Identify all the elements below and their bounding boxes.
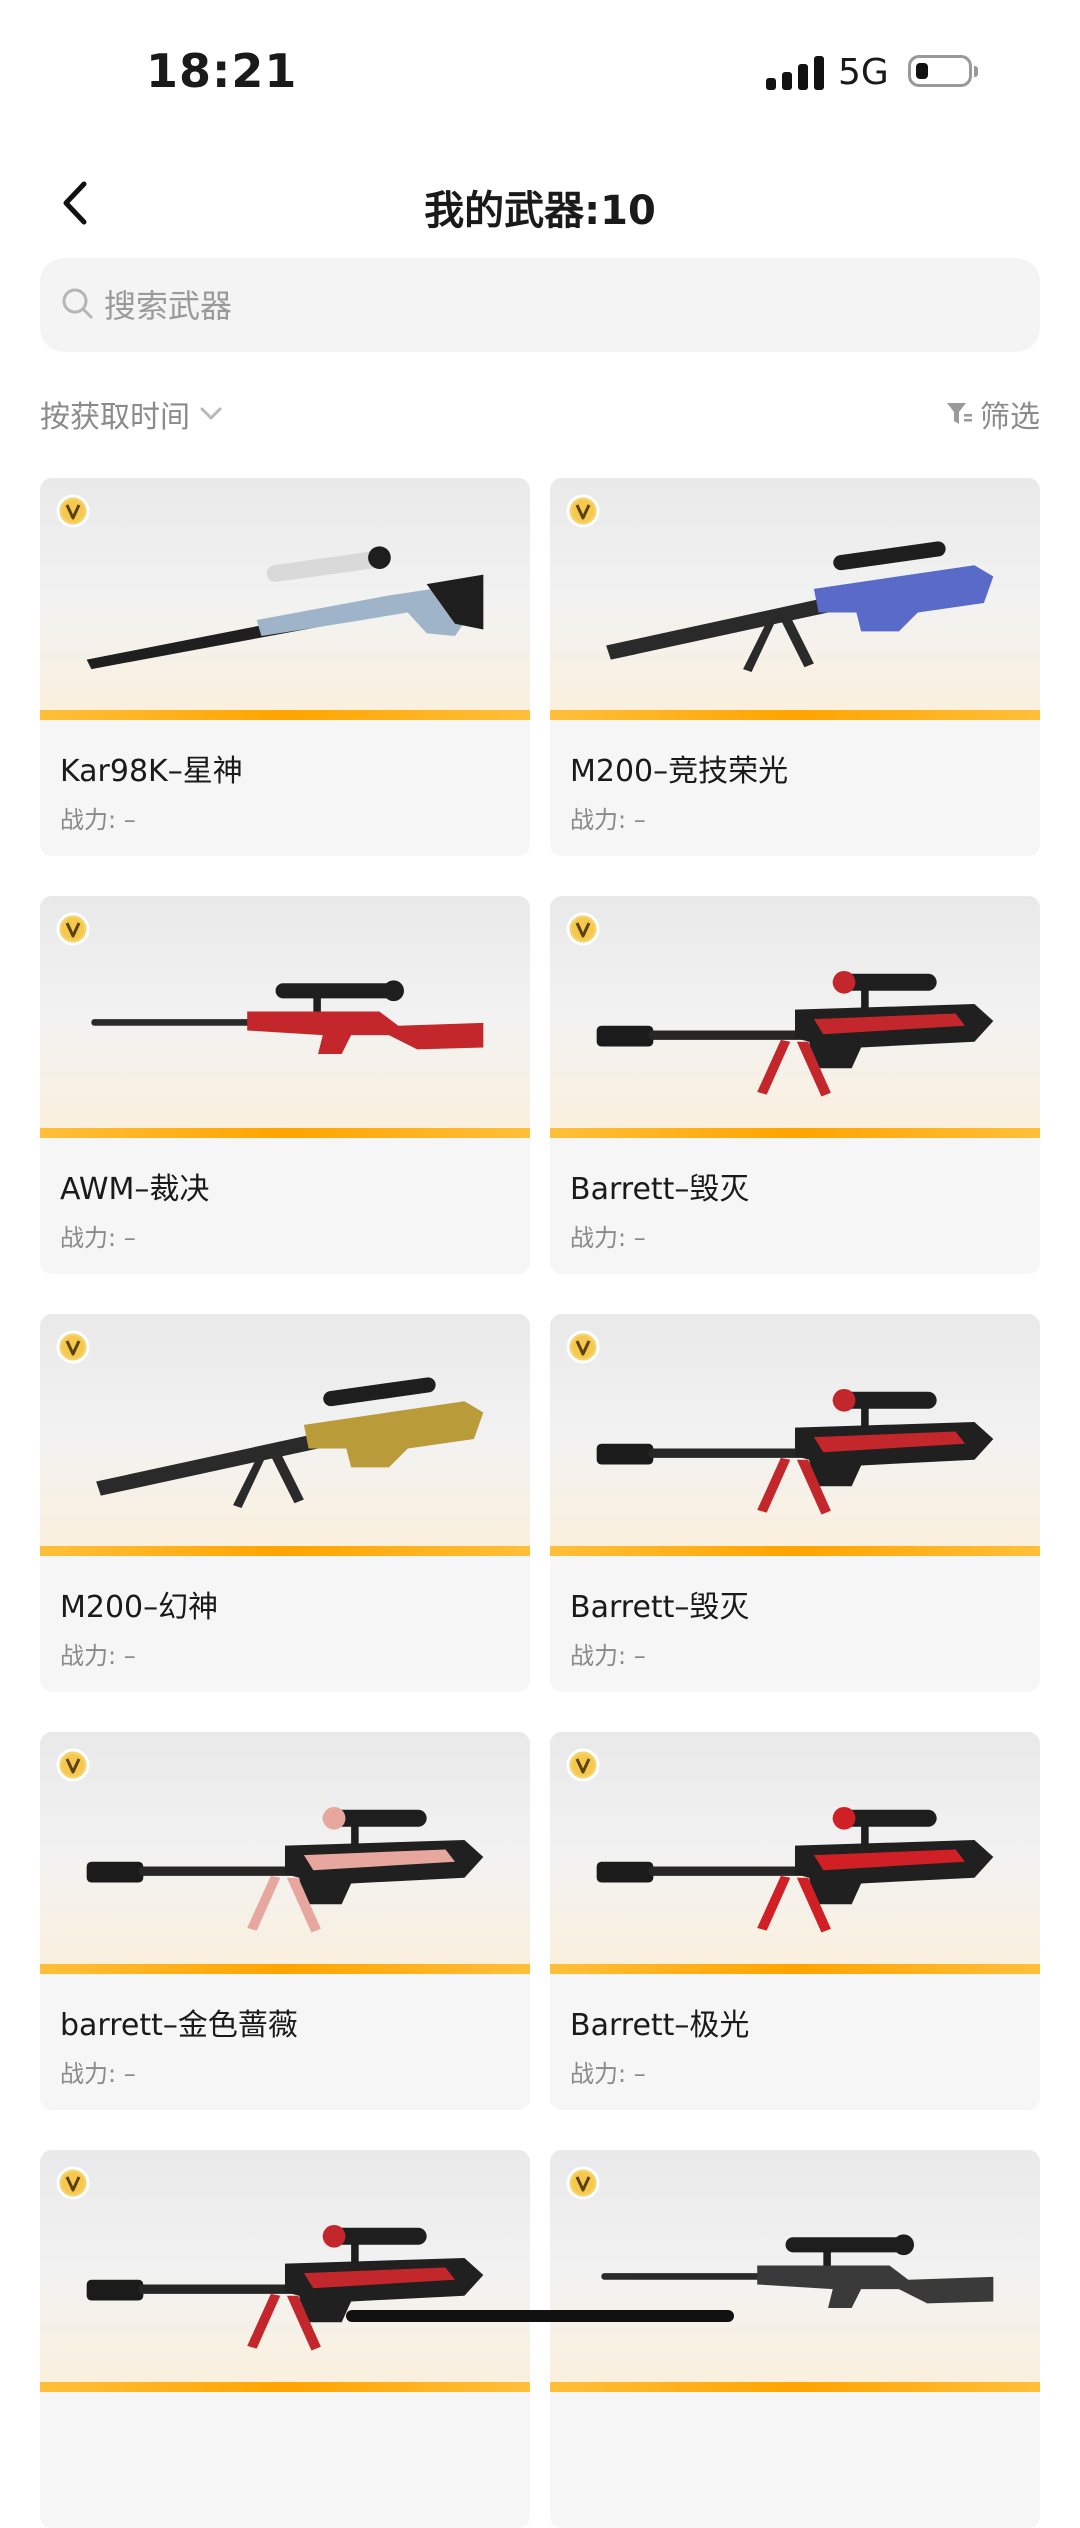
power-label: 战力: xyxy=(570,2060,627,2088)
signal-strength-icon xyxy=(766,56,826,90)
rarity-bar xyxy=(550,1546,1040,1556)
weapon-name: Barrett–毁灭 xyxy=(570,1590,750,1625)
m200-sniper-rifle-icon xyxy=(96,1377,484,1508)
power-label: 战力: xyxy=(570,1642,627,1670)
battery-icon xyxy=(908,55,978,87)
weapon-name: M200–幻神 xyxy=(60,1590,219,1625)
rarity-bar xyxy=(550,1964,1040,1974)
weapon-card[interactable]: M200–竞技荣光 战力: – xyxy=(550,478,1040,856)
weapon-power: 战力: – xyxy=(570,1218,646,1253)
weapon-power: 战力: – xyxy=(570,1636,646,1671)
weapon-power: 战力: – xyxy=(60,1636,136,1671)
sort-label: 按获取时间 xyxy=(40,400,190,435)
weapon-power: 战力: – xyxy=(60,1218,136,1253)
weapon-image xyxy=(40,2150,530,2392)
power-label: 战力: xyxy=(570,1224,627,1252)
header: 我的武器:10 xyxy=(0,160,1080,250)
barrett-rifle-icon xyxy=(596,1806,994,1933)
sort-dropdown[interactable]: 按获取时间 xyxy=(40,392,226,436)
weapon-card[interactable]: AWM–裁决 战力: – xyxy=(40,896,530,1274)
weapon-image xyxy=(550,1314,1040,1556)
barrett-rifle-icon xyxy=(596,1388,994,1515)
weapon-card[interactable]: M200–幻神 战力: – xyxy=(40,1314,530,1692)
power-label: 战力: xyxy=(60,1642,117,1670)
power-value: – xyxy=(123,1642,136,1670)
rarity-bar xyxy=(40,2382,530,2392)
page-title: 我的武器:10 xyxy=(424,188,656,234)
weapon-name: Barrett–极光 xyxy=(570,2008,750,2043)
weapon-image xyxy=(550,1732,1040,1974)
weapon-image xyxy=(550,896,1040,1138)
barrett-rifle-icon xyxy=(596,970,994,1097)
home-indicator xyxy=(346,2310,734,2322)
rarity-bar xyxy=(550,1128,1040,1138)
status-time: 18:21 xyxy=(146,44,298,98)
search-bar[interactable] xyxy=(40,258,1040,354)
search-icon xyxy=(62,288,93,319)
barrett-rifle-icon xyxy=(86,2224,484,2351)
rarity-bar xyxy=(40,1546,530,1556)
weapon-image xyxy=(40,1314,530,1556)
filter-label: 筛选 xyxy=(980,400,1040,435)
weapon-image xyxy=(40,1732,530,1974)
rarity-bar xyxy=(550,2382,1040,2392)
weapon-power: 战力: – xyxy=(60,800,136,835)
weapon-card[interactable]: barrett–金色蔷薇 战力: – xyxy=(40,1732,530,2110)
weapon-name: AWM–裁决 xyxy=(60,1172,210,1207)
weapon-power: 战力: – xyxy=(570,2054,646,2089)
rarity-bar xyxy=(40,1964,530,1974)
weapon-name: M200–竞技荣光 xyxy=(570,754,789,789)
weapon-card[interactable]: Kar98K–星神 战力: – xyxy=(40,478,530,856)
filter-icon xyxy=(947,403,972,424)
power-label: 战力: xyxy=(60,1224,117,1252)
weapon-card[interactable]: Barrett–极光 战力: – xyxy=(550,1732,1040,2110)
weapon-image xyxy=(40,478,530,720)
status-bar: 18:21 5G xyxy=(0,0,1080,150)
power-value: – xyxy=(123,806,136,834)
power-value: – xyxy=(123,2060,136,2088)
weapon-image xyxy=(550,478,1040,720)
power-label: 战力: xyxy=(60,2060,117,2088)
barrett-rifle-icon xyxy=(86,1806,484,1933)
weapon-card[interactable]: Barrett–毁灭 战力: – xyxy=(550,1314,1040,1692)
weapon-card[interactable]: 战力: – xyxy=(550,2150,1040,2528)
power-value: – xyxy=(633,806,646,834)
rarity-bar xyxy=(40,710,530,720)
search-input[interactable] xyxy=(102,258,1006,354)
weapon-power: 战力: – xyxy=(60,2054,136,2089)
weapon-name: Kar98K–星神 xyxy=(60,754,243,789)
m200-sniper-rifle-icon xyxy=(606,541,994,672)
weapon-card[interactable]: Barrett–毁灭 战力: – xyxy=(550,896,1040,1274)
power-value: – xyxy=(633,1642,646,1670)
kar98k-rifle-icon xyxy=(86,546,484,670)
network-type: 5G xyxy=(838,52,889,93)
rarity-bar xyxy=(550,710,1040,720)
power-value: – xyxy=(633,2060,646,2088)
power-value: – xyxy=(633,1224,646,1252)
weapon-name: Barrett–毁灭 xyxy=(570,1172,750,1207)
power-value: – xyxy=(123,1224,136,1252)
awm-sniper-rifle-icon xyxy=(91,980,484,1055)
weapon-name: barrett–金色蔷薇 xyxy=(60,2008,298,2043)
power-label: 战力: xyxy=(60,806,117,834)
rarity-bar xyxy=(40,1128,530,1138)
power-label: 战力: xyxy=(570,806,627,834)
filter-button[interactable]: 筛选 xyxy=(944,392,1040,436)
weapon-power: 战力: – xyxy=(570,800,646,835)
awm-sniper-rifle-icon xyxy=(601,2234,994,2309)
weapon-image xyxy=(40,896,530,1138)
chevron-down-icon xyxy=(200,407,222,420)
weapon-card[interactable]: 战力: – xyxy=(40,2150,530,2528)
weapon-image xyxy=(550,2150,1040,2392)
